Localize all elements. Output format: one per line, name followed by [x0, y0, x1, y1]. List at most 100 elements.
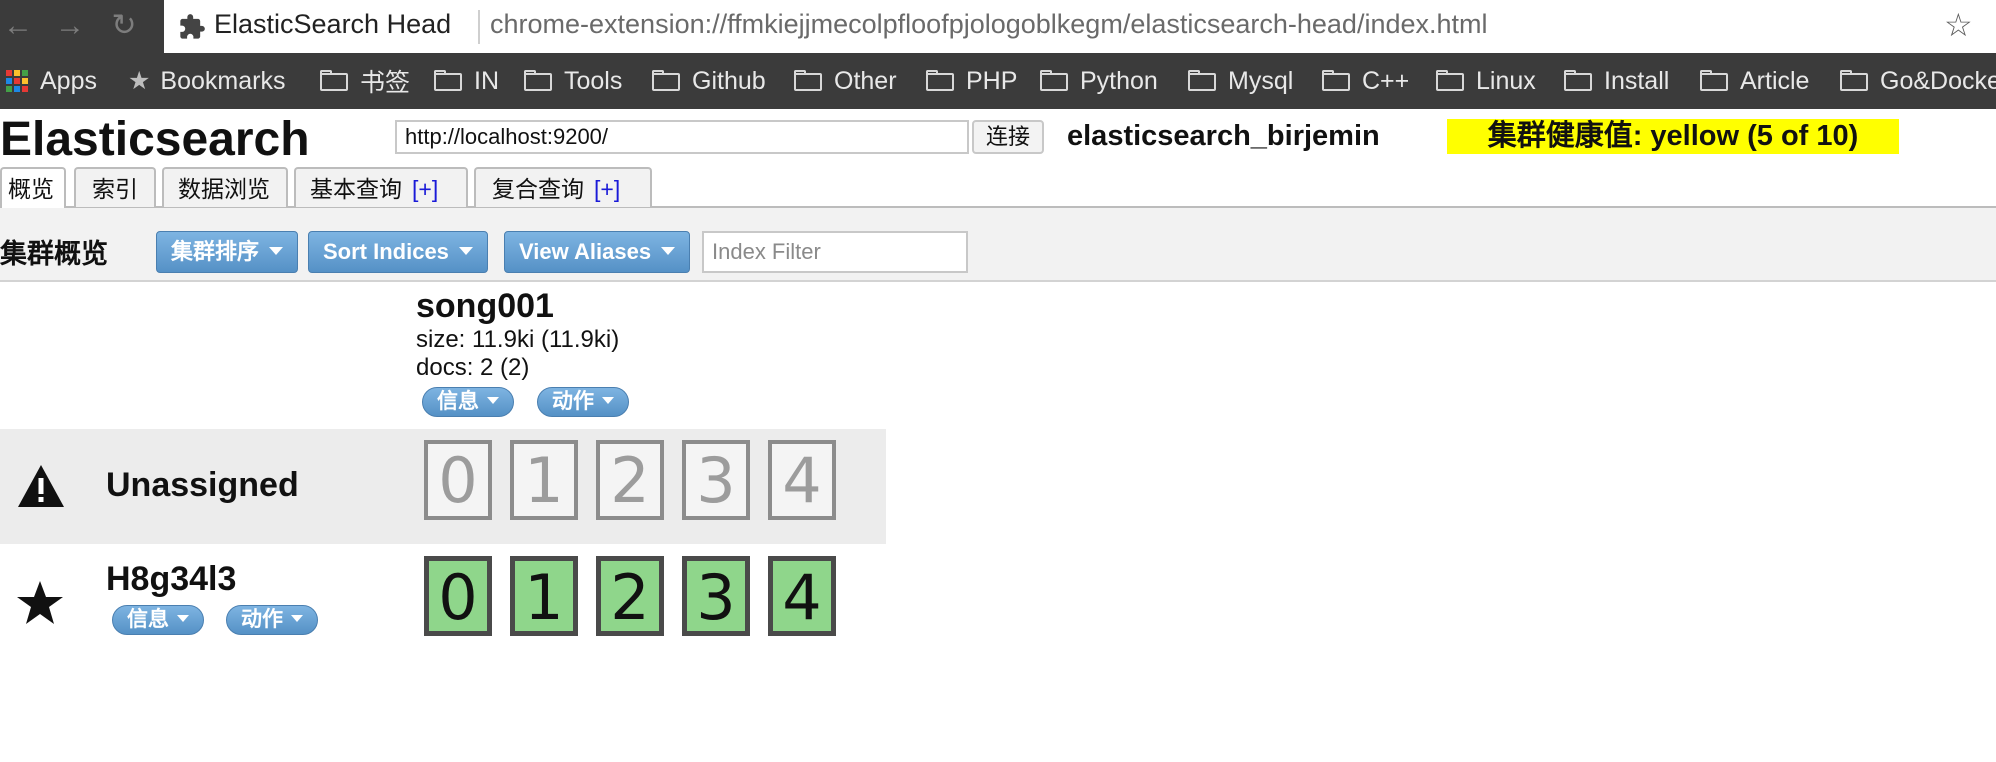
folder-icon: [1436, 70, 1466, 92]
star-icon: ★: [128, 67, 151, 95]
folder-icon: [1188, 70, 1218, 92]
caret-down-icon: [487, 396, 499, 404]
sort-indices-dropdown[interactable]: Sort Indices: [308, 231, 488, 273]
tab-data-browser[interactable]: 数据浏览: [162, 167, 288, 207]
folder-icon: [926, 70, 956, 92]
bookmark-label: Other: [834, 66, 897, 95]
dropdown-label: View Aliases: [519, 239, 652, 264]
unassigned-shard[interactable]: 1: [510, 440, 578, 520]
bookmark-label: Tools: [564, 66, 623, 95]
dropdown-label: 集群排序: [171, 239, 260, 264]
connect-button[interactable]: 连接: [972, 120, 1044, 154]
browser-toolbar: ← → ↻ ElasticSearch Head chrome-extensio…: [0, 0, 1996, 53]
add-basic-query-tab[interactable]: [+]: [412, 176, 438, 202]
warning-icon: [18, 465, 64, 507]
bookmark-label: Go&Docke: [1880, 66, 1996, 95]
node-name: H8g34l3: [106, 560, 237, 598]
bookmark-label: PHP: [966, 66, 1018, 95]
unassigned-label: Unassigned: [106, 466, 299, 504]
app-title: Elasticsearch: [0, 113, 310, 166]
bookmark-folder[interactable]: Go&Docke: [1840, 65, 1996, 97]
caret-down-icon: [269, 247, 284, 256]
tab-label: 基本查询: [310, 176, 402, 202]
folder-icon: [1840, 70, 1870, 92]
bookmark-folder[interactable]: Linux: [1436, 65, 1536, 97]
bookmark-folder[interactable]: Other: [794, 65, 897, 97]
bookmark-folder[interactable]: Install: [1564, 65, 1669, 97]
bookmark-folder[interactable]: C++: [1322, 65, 1409, 97]
view-aliases-dropdown[interactable]: View Aliases: [504, 231, 691, 273]
bookmark-folder[interactable]: PHP: [926, 65, 1017, 97]
unassigned-shard[interactable]: 2: [596, 440, 664, 520]
button-label: 信息: [437, 390, 479, 413]
tab-basic-query[interactable]: 基本查询 [+]: [294, 167, 468, 207]
extension-puzzle-icon: [180, 14, 205, 39]
folder-icon: [794, 70, 824, 92]
node-info-button[interactable]: 信息: [112, 605, 204, 635]
node-shard[interactable]: 4: [768, 556, 836, 636]
index-size: size: 11.9ki (11.9ki): [416, 326, 620, 353]
bookmark-label: Article: [1740, 66, 1810, 95]
bookmark-label: Linux: [1476, 66, 1536, 95]
caret-down-icon: [177, 614, 189, 622]
bookmark-folder[interactable]: Github: [652, 65, 766, 97]
bookmark-label: Python: [1080, 66, 1158, 95]
button-label: 动作: [552, 390, 594, 413]
sort-cluster-dropdown[interactable]: 集群排序: [156, 231, 299, 273]
omnibox-divider: [478, 10, 480, 44]
bookmark-label: IN: [474, 66, 499, 95]
bookmark-label: Github: [692, 66, 766, 95]
node-shard[interactable]: 0: [424, 556, 492, 636]
button-label: 动作: [241, 608, 283, 631]
connection-url-input[interactable]: [395, 120, 969, 154]
bookmark-folder[interactable]: IN: [434, 65, 499, 97]
apps-grid-icon: [6, 70, 28, 92]
index-name: song001: [416, 287, 554, 325]
button-label: 信息: [127, 608, 169, 631]
address-bar[interactable]: ElasticSearch Head chrome-extension://ff…: [164, 0, 1996, 53]
cluster-health-badge: 集群健康值: yellow (5 of 10): [1447, 119, 1899, 154]
bookmark-folder[interactable]: Mysql: [1188, 65, 1293, 97]
bookmark-star-icon[interactable]: ☆: [1944, 6, 1973, 44]
index-info-button[interactable]: 信息: [422, 387, 514, 417]
bookmark-label: Mysql: [1228, 66, 1294, 95]
cluster-name: elasticsearch_birjemin: [1067, 120, 1380, 152]
site-title: ElasticSearch Head: [214, 9, 452, 39]
unassigned-shard[interactable]: 3: [682, 440, 750, 520]
bookmark-folder[interactable]: 书签: [320, 65, 410, 97]
caret-down-icon: [602, 396, 614, 404]
star-icon: [17, 581, 63, 624]
add-compound-query-tab[interactable]: [+]: [594, 176, 620, 202]
folder-icon: [652, 70, 682, 92]
tab-label: 数据浏览: [178, 176, 270, 202]
bookmark-label: Apps: [40, 66, 97, 95]
back-icon[interactable]: ←: [0, 8, 36, 44]
bookmark-label: Install: [1604, 66, 1670, 95]
node-action-button[interactable]: 动作: [226, 605, 318, 635]
reload-icon[interactable]: ↻: [106, 8, 142, 44]
index-action-button[interactable]: 动作: [537, 387, 629, 417]
bookmark-bookmarks[interactable]: ★ Bookmarks: [128, 65, 285, 97]
folder-icon: [1040, 70, 1070, 92]
node-shard[interactable]: 2: [596, 556, 664, 636]
bookmark-apps[interactable]: Apps: [6, 65, 97, 97]
unassigned-shard[interactable]: 0: [424, 440, 492, 520]
node-shard[interactable]: 1: [510, 556, 578, 636]
bookmark-folder[interactable]: Article: [1700, 65, 1809, 97]
bookmark-label: 书签: [360, 69, 411, 97]
caret-down-icon: [291, 614, 303, 622]
folder-icon: [1322, 70, 1352, 92]
tab-overview[interactable]: 概览: [0, 167, 66, 209]
bookmark-folder[interactable]: Tools: [524, 65, 622, 97]
bookmark-folder[interactable]: Python: [1040, 65, 1158, 97]
index-filter-input[interactable]: [702, 231, 968, 273]
folder-icon: [434, 70, 464, 92]
node-shard[interactable]: 3: [682, 556, 750, 636]
tab-compound-query[interactable]: 复合查询 [+]: [474, 167, 652, 207]
forward-icon[interactable]: →: [52, 8, 88, 44]
unassigned-shard[interactable]: 4: [768, 440, 836, 520]
tab-indices[interactable]: 索引: [74, 167, 156, 207]
tab-label: 复合查询: [492, 176, 584, 202]
url-text[interactable]: chrome-extension://ffmkiejjmecolpfloofpj…: [490, 9, 1488, 40]
tab-label: 索引: [92, 176, 138, 202]
